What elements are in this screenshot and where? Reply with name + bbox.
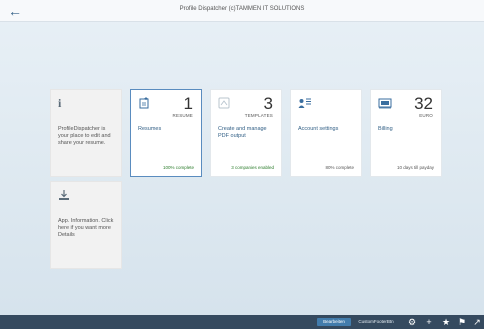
tile-app-intro: i ProfileDispatcher is your place to edi… (50, 89, 122, 177)
edit-button[interactable]: Bearbeiten (317, 318, 351, 326)
template-count: 3 (263, 94, 273, 113)
tile-templates-title: Create and manage PDF output (218, 126, 267, 139)
download-icon (58, 189, 70, 201)
resume-icon (138, 97, 150, 109)
favorite-icon[interactable]: ★ (441, 316, 451, 328)
billing-icon (378, 97, 392, 109)
resume-count: 1 (183, 94, 193, 113)
tile-account-settings-title: Account settings (298, 126, 339, 132)
account-settings-icon (298, 97, 311, 109)
billing-amount: 32 (414, 94, 433, 113)
flag-icon[interactable]: ⚑ (457, 316, 467, 328)
top-bar: ← Profile Dispatcher (c)TAMMEN IT SOLUTI… (0, 0, 484, 22)
share-icon[interactable]: ↗ (472, 316, 482, 328)
billing-currency: EURO (419, 113, 433, 118)
footer-toolbar: Bearbeiten CustomFooterBtn ⚙ + ★ ⚑ ↗ (0, 315, 484, 329)
tile-app-information[interactable]: App. Information. Click here if you want… (50, 181, 122, 269)
tile-templates[interactable]: 3 TEMPLATES Create and manage PDF output… (210, 89, 282, 177)
template-icon (218, 97, 230, 109)
tile-resumes[interactable]: 1 RESUME Resumes 100% complete (130, 89, 202, 177)
template-status: 3 companies enabled (231, 165, 274, 170)
template-unit: TEMPLATES (244, 113, 273, 118)
app-title: Profile Dispatcher (c)TAMMEN IT SOLUTION… (179, 6, 305, 12)
billing-status: 10 days till payday (396, 165, 434, 170)
resume-status: 100% complete (162, 165, 194, 170)
account-status: 80% complete (325, 165, 354, 170)
settings-icon[interactable]: ⚙ (407, 316, 417, 328)
custom-footer-button[interactable]: CustomFooterBtn (355, 318, 397, 326)
tile-billing[interactable]: 32 EURO Billing 10 days till payday (370, 89, 442, 177)
tile-app-information-text: App. Information. Click here if you want… (58, 218, 114, 238)
tile-account-settings[interactable]: Account settings 80% complete (290, 89, 362, 177)
tile-billing-title: Billing (378, 126, 393, 132)
info-icon: i (58, 96, 62, 110)
tile-resumes-title: Resumes (138, 126, 162, 132)
resume-unit: RESUME (172, 113, 193, 118)
add-icon[interactable]: + (424, 316, 434, 328)
tile-intro-text: ProfileDispatcher is your place to edit … (58, 126, 111, 146)
